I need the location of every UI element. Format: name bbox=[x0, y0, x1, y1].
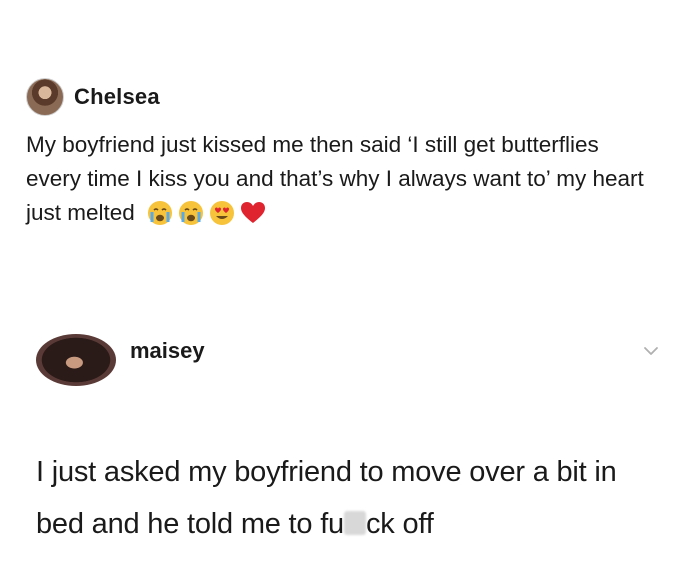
chevron-down-icon[interactable] bbox=[642, 342, 660, 360]
post-header: maisey bbox=[36, 334, 658, 386]
post-text-part-1: I just asked my boyfriend to move over a… bbox=[36, 456, 617, 540]
post-text: I just asked my boyfriend to move over a… bbox=[36, 446, 656, 550]
post-chelsea: Chelsea My boyfriend just kissed me then… bbox=[26, 78, 656, 230]
emoji-row bbox=[147, 200, 266, 226]
post-text: My boyfriend just kissed me then said ‘I… bbox=[26, 128, 656, 230]
crying-face-icon bbox=[178, 200, 204, 226]
post-maisey: maisey I just asked my boyfriend to move… bbox=[36, 334, 658, 550]
avatar[interactable] bbox=[36, 334, 116, 386]
username[interactable]: Chelsea bbox=[74, 84, 160, 110]
crying-face-icon bbox=[147, 200, 173, 226]
username[interactable]: maisey bbox=[130, 338, 205, 364]
heart-eyes-icon bbox=[209, 200, 235, 226]
post-header: Chelsea bbox=[26, 78, 656, 116]
post-text-body: My boyfriend just kissed me then said ‘I… bbox=[26, 132, 644, 225]
red-heart-icon bbox=[240, 200, 266, 226]
censor-blur bbox=[343, 511, 366, 535]
post-text-part-2: ck off bbox=[365, 508, 434, 540]
avatar[interactable] bbox=[26, 78, 64, 116]
